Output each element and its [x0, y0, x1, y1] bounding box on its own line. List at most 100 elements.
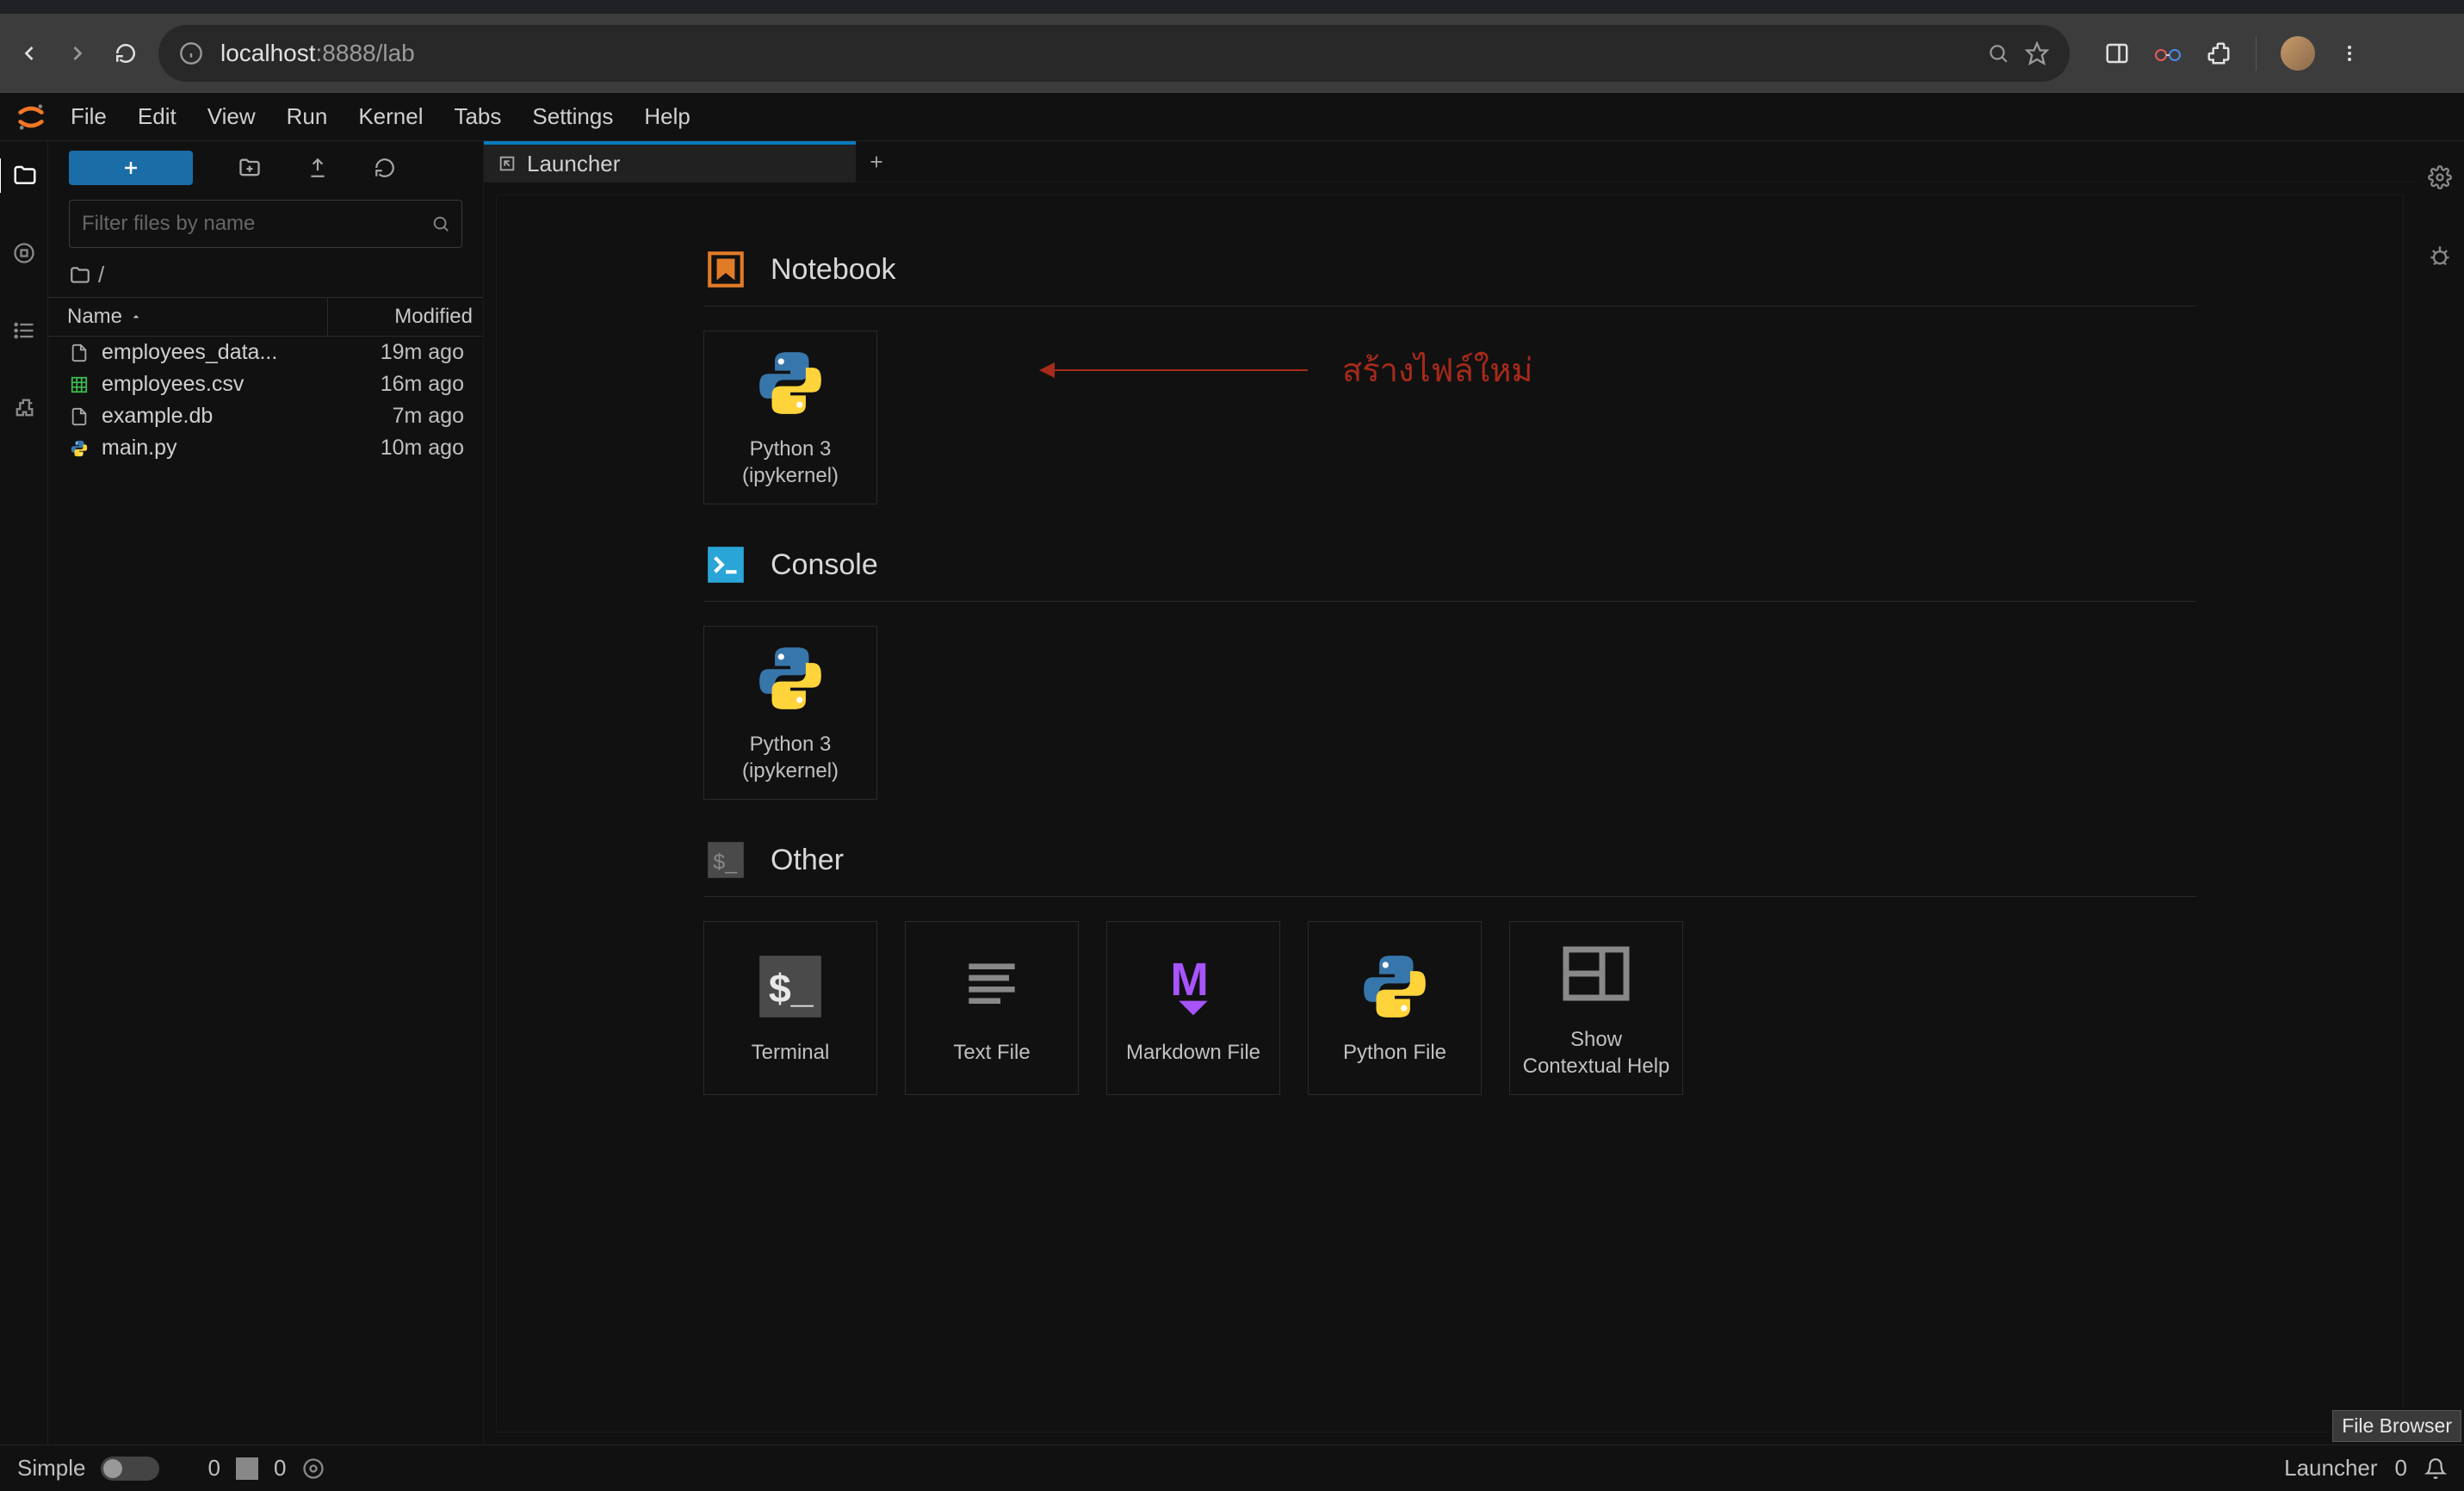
- file-browser-toolbar: [48, 141, 483, 195]
- file-name: example.db: [102, 404, 318, 429]
- file-row[interactable]: employees_data... 19m ago: [48, 337, 483, 368]
- markdown-icon: M: [1156, 950, 1230, 1024]
- csv-icon: [67, 375, 91, 394]
- python-icon: [1358, 950, 1432, 1024]
- menu-settings[interactable]: Settings: [517, 96, 628, 137]
- new-tab-button[interactable]: [856, 141, 897, 182]
- kernels-count[interactable]: 0: [274, 1455, 286, 1482]
- section-console: Console Python 3 (ipykernel): [703, 542, 2196, 800]
- launcher-tab-icon: [498, 154, 517, 173]
- status-bar: Simple 0 0 Launcher 0: [0, 1445, 2464, 1491]
- panel-icon[interactable]: [2104, 40, 2130, 66]
- chrome-menu-icon[interactable]: [2339, 43, 2360, 64]
- jupyterlab-app: File Edit View Run Kernel Tabs Settings …: [0, 93, 2464, 1491]
- file-modified: 10m ago: [318, 436, 464, 461]
- file-row[interactable]: example.db 7m ago: [48, 400, 483, 432]
- file-modified: 16m ago: [318, 372, 464, 397]
- running-kernels-tab-icon[interactable]: [7, 236, 41, 270]
- tab-launcher[interactable]: Launcher: [484, 141, 856, 183]
- folder-icon: [69, 264, 91, 287]
- toc-tab-icon[interactable]: [7, 313, 41, 348]
- forward-button[interactable]: [62, 38, 93, 69]
- terminals-count[interactable]: 0: [207, 1455, 220, 1482]
- card-label: Text File: [944, 1039, 1038, 1066]
- menu-file[interactable]: File: [55, 96, 122, 137]
- browser-tab-strip: [0, 0, 2464, 14]
- site-info-icon[interactable]: [179, 41, 203, 65]
- file-name: main.py: [102, 436, 318, 461]
- launcher-card-markdown-file[interactable]: M Markdown File: [1106, 921, 1280, 1095]
- python-icon: [67, 439, 91, 458]
- console-section-icon: [703, 542, 748, 587]
- simple-mode-toggle[interactable]: [101, 1457, 159, 1481]
- file-browser-tab-icon[interactable]: [0, 158, 46, 193]
- url-bar[interactable]: localhost:8888/lab: [158, 25, 2070, 82]
- section-notebook: Notebook Python 3 (ipykernel): [703, 247, 2196, 504]
- file-row[interactable]: main.py 10m ago: [48, 432, 483, 464]
- launcher-card-text-file[interactable]: Text File: [905, 921, 1079, 1095]
- status-zero[interactable]: 0: [2395, 1455, 2407, 1482]
- url-text: localhost:8888/lab: [220, 40, 415, 67]
- menu-kernel[interactable]: Kernel: [343, 96, 438, 137]
- extension-manager-tab-icon[interactable]: [7, 391, 41, 425]
- launcher-card-python3-console[interactable]: Python 3 (ipykernel): [703, 626, 877, 800]
- menu-run[interactable]: Run: [271, 96, 344, 137]
- main-content: Launcher Notebook: [484, 141, 2416, 1445]
- right-activity-bar: [2416, 141, 2464, 1445]
- breadcrumb[interactable]: /: [48, 253, 483, 297]
- zoom-icon[interactable]: [1987, 42, 2009, 65]
- tab-label: Launcher: [527, 151, 620, 177]
- breadcrumb-root[interactable]: /: [98, 262, 104, 288]
- chrome-actions: [2104, 36, 2360, 71]
- svg-text:$_: $_: [769, 966, 814, 1011]
- launcher-card-contextual-help[interactable]: Show Contextual Help: [1509, 921, 1683, 1095]
- column-name[interactable]: Name: [48, 298, 328, 336]
- section-title: Console: [771, 548, 878, 582]
- simple-label: Simple: [17, 1455, 85, 1482]
- file-icon: [67, 343, 91, 362]
- sort-asc-icon: [129, 310, 143, 324]
- card-label: Markdown File: [1117, 1039, 1269, 1066]
- tab-bar: Launcher: [484, 141, 2416, 183]
- text-file-icon: [955, 950, 1029, 1024]
- status-mode[interactable]: Launcher: [2284, 1455, 2377, 1482]
- section-title: Other: [771, 844, 844, 877]
- debugger-icon[interactable]: [2423, 239, 2457, 274]
- notification-bell-icon[interactable]: [2424, 1457, 2447, 1480]
- section-other: $_ Other $_ Terminal: [703, 838, 2196, 1095]
- kernel-indicator-icon[interactable]: [236, 1457, 258, 1480]
- file-icon: [67, 407, 91, 426]
- filter-files-input[interactable]: [69, 200, 462, 248]
- reload-button[interactable]: [110, 38, 141, 69]
- bookmark-star-icon[interactable]: [2025, 41, 2049, 65]
- menu-tabs[interactable]: Tabs: [438, 96, 517, 137]
- menu-view[interactable]: View: [192, 96, 271, 137]
- menu-help[interactable]: Help: [628, 96, 705, 137]
- card-label: Show Contextual Help: [1510, 1026, 1682, 1080]
- launcher-card-python-file[interactable]: Python File: [1308, 921, 1482, 1095]
- back-button[interactable]: [14, 38, 45, 69]
- lsp-status-icon[interactable]: [301, 1457, 325, 1481]
- column-modified[interactable]: Modified: [328, 298, 483, 336]
- upload-icon[interactable]: [306, 157, 329, 179]
- refresh-icon[interactable]: [374, 157, 396, 179]
- menu-edit[interactable]: Edit: [122, 96, 192, 137]
- launcher-card-terminal[interactable]: $_ Terminal: [703, 921, 877, 1095]
- extensions-icon[interactable]: [2206, 40, 2232, 66]
- browser-chrome: localhost:8888/lab: [0, 0, 2464, 93]
- profile-avatar[interactable]: [2281, 36, 2315, 71]
- property-inspector-icon[interactable]: [2423, 160, 2457, 195]
- browser-toolbar: localhost:8888/lab: [0, 14, 2464, 93]
- glasses-icon[interactable]: [2154, 44, 2182, 63]
- launcher-card-python3-notebook[interactable]: Python 3 (ipykernel): [703, 331, 877, 504]
- file-row[interactable]: employees.csv 16m ago: [48, 368, 483, 400]
- other-section-icon: $_: [703, 838, 748, 882]
- card-label: Python 3 (ipykernel): [704, 436, 876, 489]
- new-folder-icon[interactable]: [238, 156, 262, 180]
- separator: [2256, 36, 2257, 71]
- left-activity-bar: [0, 141, 48, 1445]
- new-launcher-button[interactable]: [69, 151, 193, 185]
- tooltip: File Browser: [2332, 1410, 2461, 1442]
- card-label: Python File: [1334, 1039, 1455, 1066]
- jupyter-logo[interactable]: [14, 100, 48, 134]
